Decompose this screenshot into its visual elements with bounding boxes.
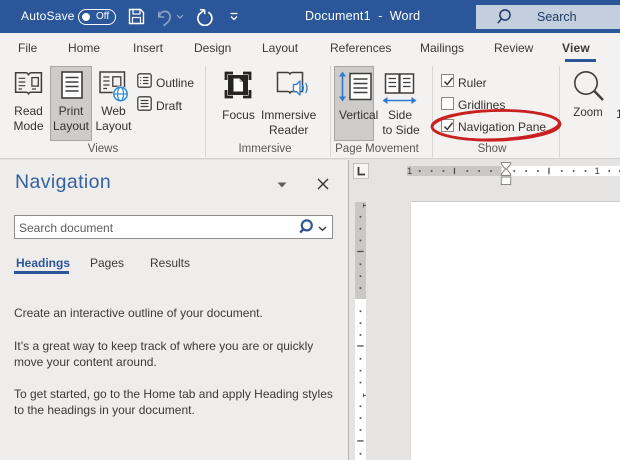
svg-text:1: 1 [595,166,600,176]
svg-text:1: 1 [360,393,366,398]
svg-text:1: 1 [407,166,412,176]
svg-text:1: 1 [360,203,366,208]
